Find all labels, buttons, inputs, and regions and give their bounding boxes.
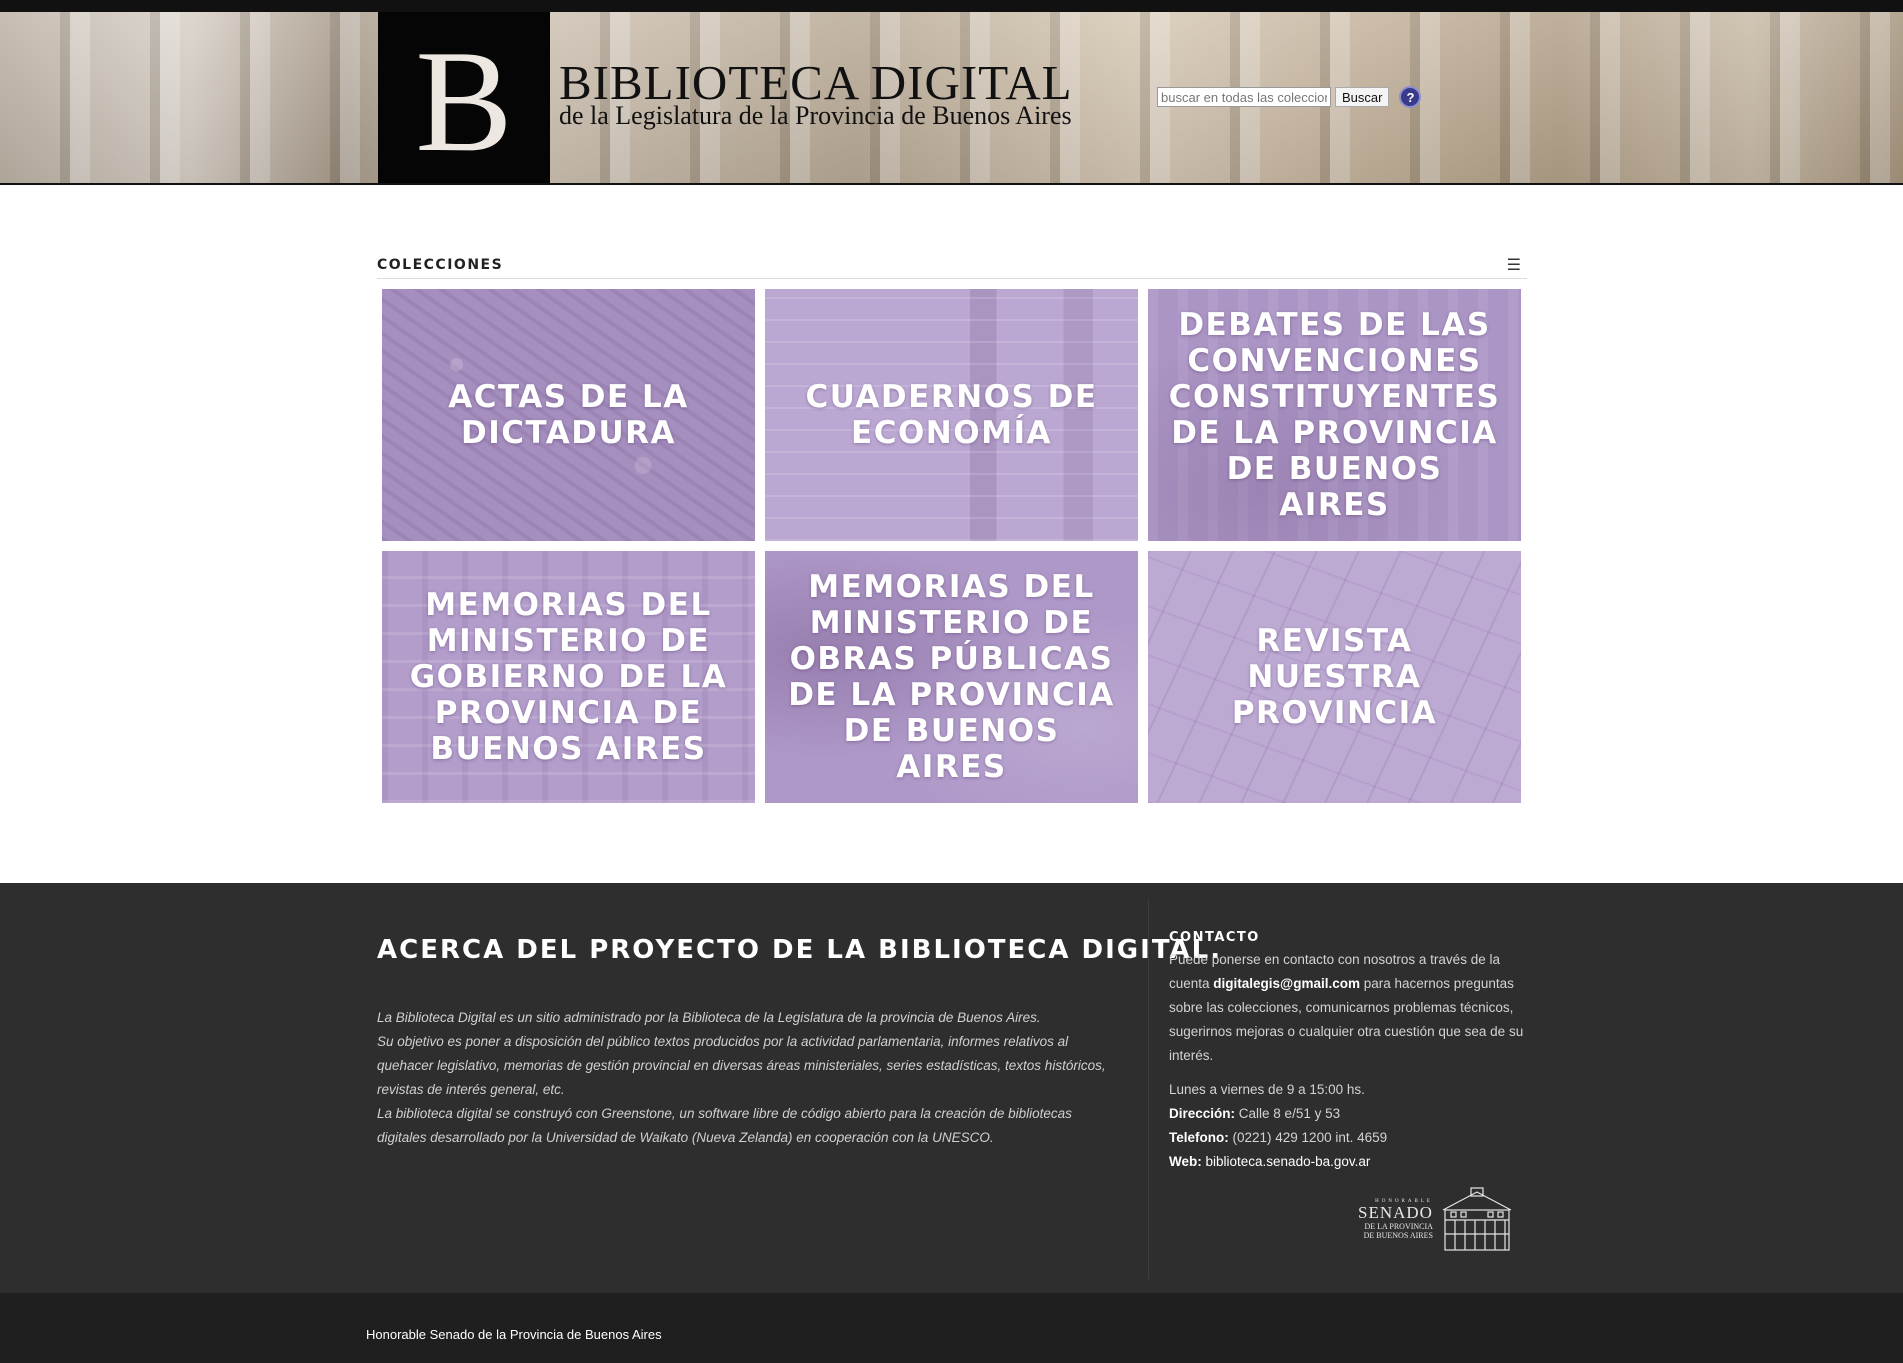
contact-title: CONTACTO	[1169, 930, 1260, 945]
about-title: ACERCA DEL PROYECTO DE LA BIBLIOTECA DIG…	[377, 935, 1223, 965]
about-paragraph: Su objetivo es poner a disposición del p…	[377, 1034, 1106, 1097]
about-text: La Biblioteca Digital es un sitio admini…	[377, 1006, 1107, 1150]
web-link[interactable]: biblioteca.senado-ba.gov.ar	[1202, 1154, 1371, 1169]
contact-hours: Lunes a viernes de 9 a 15:00 hs.	[1169, 1082, 1365, 1097]
contact-phone: Telefono: (0221) 429 1200 int. 4659	[1169, 1126, 1524, 1150]
contact-intro: Puede ponerse en contacto con nosotros a…	[1169, 948, 1524, 1068]
site-title[interactable]: BIBLIOTECA DIGITAL	[559, 58, 1073, 107]
site-subtitle: de la Legislatura de la Provincia de Bue…	[559, 101, 1072, 130]
collections-section: COLECCIONES ☰ Actas de la Dictadura Cuad…	[377, 255, 1527, 803]
collection-tile-memorias-gobierno[interactable]: Memorias del Ministerio de Gobierno de l…	[382, 551, 755, 803]
contact-section: CONTACTO Puede ponerse en contacto con n…	[1169, 929, 1524, 1174]
collection-tile-label: Memorias del Ministerio de Gobierno de l…	[409, 587, 728, 767]
logo-letter: B	[415, 19, 513, 182]
copyright-text: Honorable Senado de la Provincia de Buen…	[366, 1327, 662, 1342]
site-header: B BIBLIOTECA DIGITAL de la Legislatura d…	[0, 0, 1903, 185]
help-icon[interactable]: ?	[1399, 86, 1422, 108]
collection-tile-memorias-obras-publicas[interactable]: Memorias del Ministerio de Obras Pública…	[765, 551, 1138, 803]
senado-logo-sub1: DE LA PROVINCIA	[1364, 1221, 1433, 1231]
bottom-bar: Honorable Senado de la Provincia de Buen…	[0, 1293, 1903, 1363]
collection-tile-label: Cuadernos de Economía	[805, 379, 1098, 451]
senado-building-icon	[1442, 1187, 1512, 1251]
collection-tile-label: Actas de la Dictadura	[448, 379, 689, 451]
search-input[interactable]	[1157, 87, 1331, 107]
contact-web: Web: biblioteca.senado-ba.gov.ar	[1169, 1150, 1524, 1174]
collection-tile-label: Revista Nuestra Provincia	[1231, 623, 1438, 731]
senado-logo-sub2: DE BUENOS AIRES	[1363, 1230, 1433, 1240]
senado-logo-big: SENADO	[1358, 1202, 1433, 1222]
senado-logo-text: HONORABLE SENADO DE LA PROVINCIA DE BUEN…	[1358, 1199, 1433, 1240]
address-label: Dirección:	[1169, 1106, 1236, 1121]
phone-label: Telefono:	[1169, 1130, 1229, 1145]
library-logo[interactable]: B	[378, 12, 550, 183]
collections-header: COLECCIONES ☰	[377, 255, 1527, 279]
about-paragraph: La Biblioteca Digital es un sitio admini…	[377, 1010, 1041, 1025]
contact-address: Dirección: Calle 8 e/51 y 53	[1169, 1102, 1524, 1126]
contact-email[interactable]: digitalegis@gmail.com	[1213, 976, 1360, 991]
collection-tile-label: Memorias del Ministerio de Obras Pública…	[788, 569, 1115, 785]
search-bar: Buscar ?	[1157, 86, 1422, 108]
menu-icon[interactable]: ☰	[1507, 255, 1521, 275]
collections-grid: Actas de la Dictadura Cuadernos de Econo…	[382, 289, 1521, 803]
collection-tile-cuadernos-economia[interactable]: Cuadernos de Economía	[765, 289, 1138, 541]
collection-tile-revista-nuestra-provincia[interactable]: Revista Nuestra Provincia	[1148, 551, 1521, 803]
senado-logo[interactable]: HONORABLE SENADO DE LA PROVINCIA DE BUEN…	[1358, 1185, 1514, 1253]
about-paragraph: La biblioteca digital se construyó con G…	[377, 1106, 1072, 1145]
collection-tile-debates-convenciones[interactable]: Debates de las Convenciones Constituyent…	[1148, 289, 1521, 541]
phone-value: (0221) 429 1200 int. 4659	[1228, 1130, 1388, 1145]
site-footer: ACERCA DEL PROYECTO DE LA BIBLIOTECA DIG…	[0, 883, 1903, 1293]
web-label: Web:	[1169, 1154, 1202, 1169]
collection-tile-label: Debates de las Convenciones Constituyent…	[1168, 307, 1501, 523]
collections-heading: COLECCIONES	[377, 257, 504, 273]
search-button[interactable]: Buscar	[1335, 87, 1390, 107]
address-value: Calle 8 e/51 y 53	[1235, 1106, 1341, 1121]
collection-tile-actas-dictadura[interactable]: Actas de la Dictadura	[382, 289, 755, 541]
